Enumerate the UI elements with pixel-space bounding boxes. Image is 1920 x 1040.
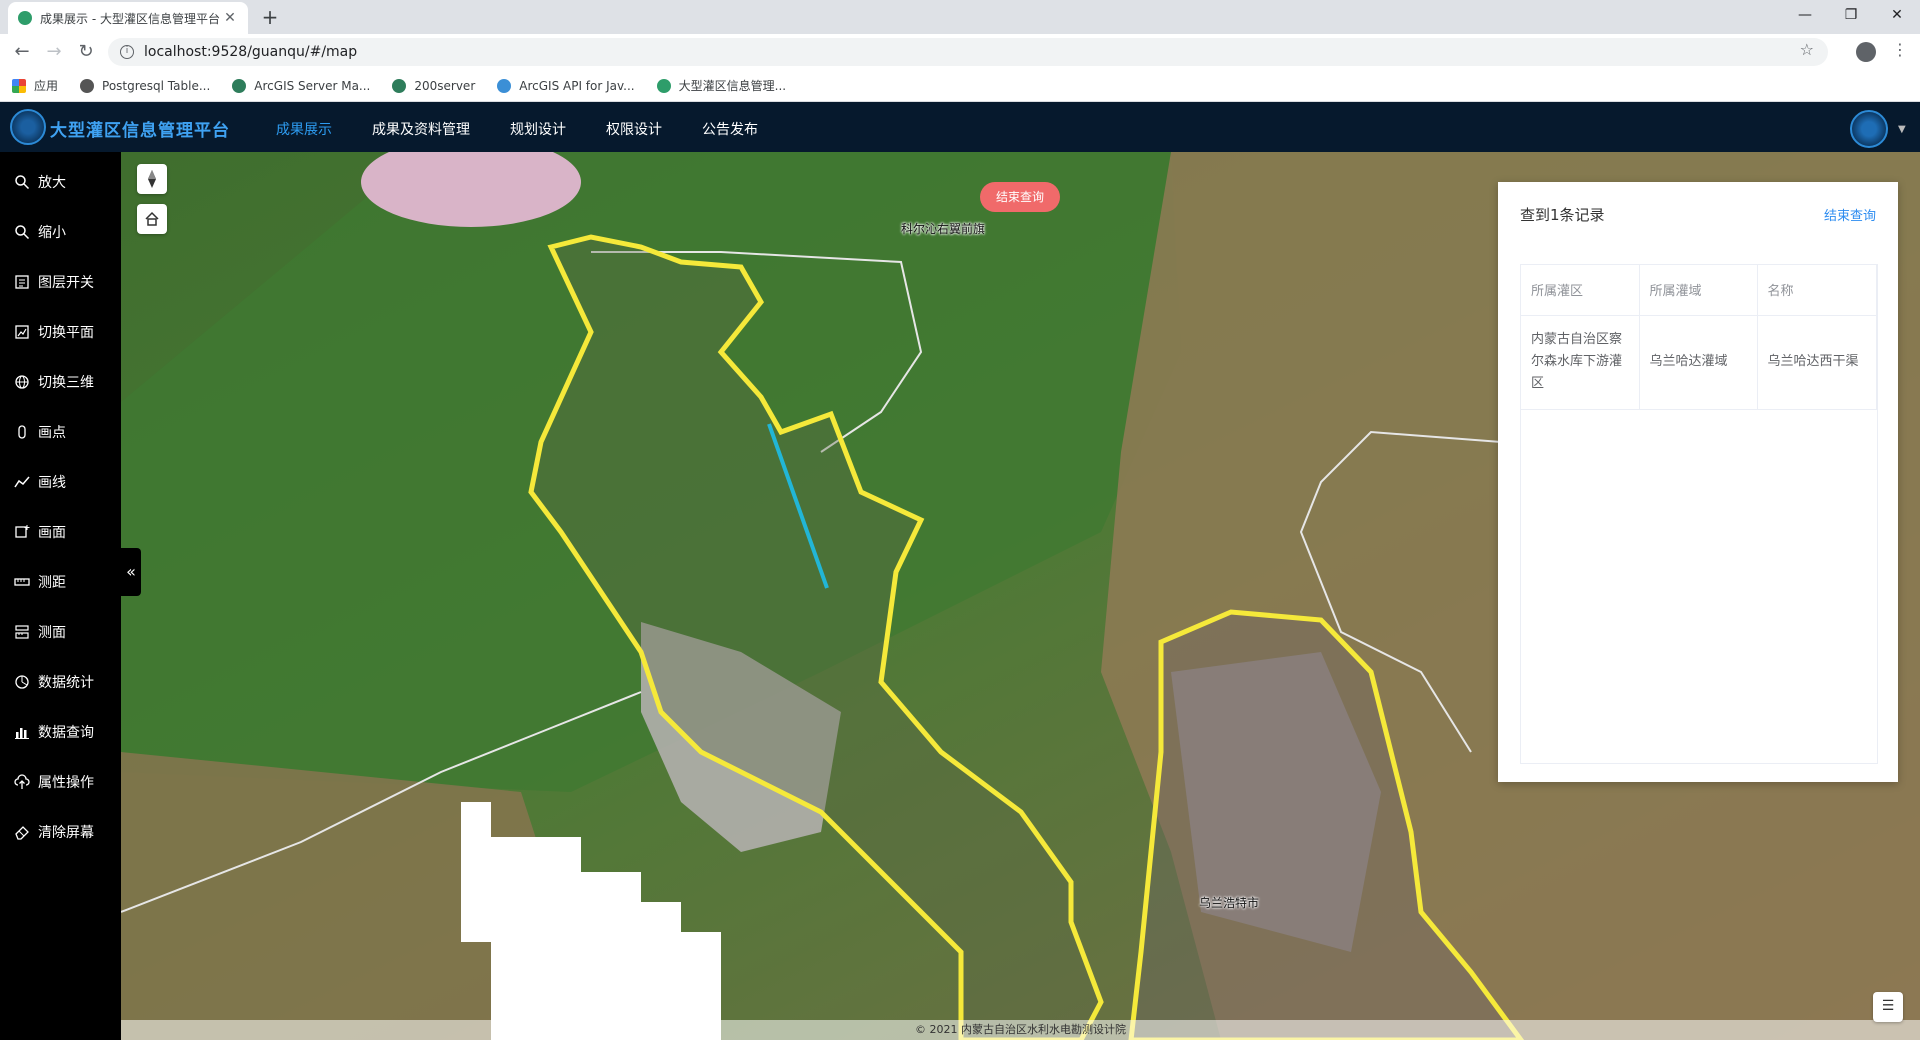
query-results-panel: 查到1条记录 结束查询 所属灌区 所属灌域 名称 内蒙古自治区察尔森水库下游灌区… bbox=[1498, 182, 1898, 782]
map-label-city: 乌兰浩特市 bbox=[1199, 896, 1260, 910]
tool-measure-distance[interactable]: 测距 bbox=[14, 570, 66, 594]
url-text: localhost:9528/guanqu/#/map bbox=[144, 44, 358, 60]
back-button[interactable]: ← bbox=[10, 40, 34, 64]
browser-menu-icon[interactable]: ⋮ bbox=[1892, 40, 1908, 59]
statistics-icon bbox=[15, 675, 29, 689]
forward-button[interactable]: → bbox=[42, 40, 66, 64]
restore-window-button[interactable]: ❐ bbox=[1828, 0, 1874, 30]
home-icon bbox=[145, 211, 159, 226]
layers-icon bbox=[15, 275, 29, 289]
bookmark-item[interactable]: 200server bbox=[392, 78, 475, 93]
tool-draw-polygon[interactable]: 画面 bbox=[14, 520, 66, 544]
compass-button[interactable] bbox=[137, 164, 167, 194]
nav-results-display[interactable]: 成果展示 bbox=[276, 119, 332, 139]
browser-tab[interactable]: 成果展示 - 大型灌区信息管理平台 ✕ bbox=[8, 2, 248, 34]
tool-data-statistics[interactable]: 数据统计 bbox=[14, 670, 94, 694]
close-tab-icon[interactable]: ✕ bbox=[222, 10, 238, 26]
site-info-icon[interactable]: i bbox=[120, 45, 134, 59]
bookmark-star-icon[interactable]: ☆ bbox=[1800, 40, 1814, 59]
column-header: 所属灌域 bbox=[1639, 265, 1758, 316]
table-header-row: 所属灌区 所属灌域 名称 bbox=[1521, 265, 1877, 316]
end-query-button[interactable]: 结束查询 bbox=[980, 182, 1060, 212]
compass-icon bbox=[148, 170, 156, 188]
tool-data-query[interactable]: 数据查询 bbox=[14, 720, 94, 744]
tool-draw-point[interactable]: 画点 bbox=[14, 420, 66, 444]
upload-cloud-icon bbox=[14, 774, 30, 789]
arcgis-globe-icon bbox=[392, 78, 407, 93]
home-button[interactable] bbox=[137, 204, 167, 234]
close-window-button[interactable]: ✕ bbox=[1874, 0, 1920, 30]
minimize-window-button[interactable]: — bbox=[1782, 0, 1828, 30]
new-tab-button[interactable]: + bbox=[258, 6, 282, 30]
table-row[interactable]: 内蒙古自治区察尔森水库下游灌区 乌兰哈达灌域 乌兰哈达西干渠 bbox=[1521, 315, 1877, 410]
tool-measure-area[interactable]: 测面 bbox=[14, 620, 66, 644]
nav-permission-design[interactable]: 权限设计 bbox=[606, 119, 662, 139]
tool-zoom-in[interactable]: 放大 bbox=[14, 170, 66, 194]
zoom-in-icon bbox=[15, 175, 30, 190]
reload-button[interactable]: ↻ bbox=[74, 40, 98, 64]
site-favicon-icon bbox=[656, 78, 671, 93]
column-header: 名称 bbox=[1757, 265, 1877, 316]
table-cell: 乌兰哈达西干渠 bbox=[1757, 315, 1877, 410]
results-count-title: 查到1条记录 bbox=[1520, 206, 1605, 224]
site-favicon-icon bbox=[18, 11, 32, 25]
zoom-out-icon bbox=[15, 225, 30, 240]
browser-toolbar: ← → ↻ i localhost:9528/guanqu/#/map ☆ ⋮ bbox=[0, 34, 1920, 70]
results-table: 所属灌区 所属灌域 名称 内蒙古自治区察尔森水库下游灌区 乌兰哈达灌域 乌兰哈达… bbox=[1520, 264, 1878, 764]
app-title: 大型灌区信息管理平台 bbox=[50, 121, 230, 141]
app-header: 大型灌区信息管理平台 成果展示 成果及资料管理 规划设计 权限设计 公告发布 ▼ bbox=[0, 102, 1920, 152]
nav-announcements[interactable]: 公告发布 bbox=[702, 119, 758, 139]
tool-attribute-operation[interactable]: 属性操作 bbox=[14, 770, 94, 794]
globe-icon bbox=[80, 78, 95, 93]
polyline-icon bbox=[14, 476, 30, 488]
globe-3d-icon bbox=[15, 375, 29, 389]
arcgis-globe-icon bbox=[232, 78, 247, 93]
table-cell: 乌兰哈达灌域 bbox=[1639, 315, 1758, 410]
ruler-icon bbox=[14, 578, 30, 586]
table-cell: 内蒙古自治区察尔森水库下游灌区 bbox=[1521, 315, 1640, 410]
bookmark-apps[interactable]: 应用 bbox=[12, 77, 58, 94]
map-attribution: © 2021 内蒙古自治区水利水电勘测设计院 bbox=[121, 1020, 1920, 1040]
nav-planning-design[interactable]: 规划设计 bbox=[510, 119, 566, 139]
bookmarks-bar: 应用 Postgresql Table... ArcGIS Server Ma.… bbox=[0, 70, 1920, 102]
tool-zoom-out[interactable]: 缩小 bbox=[14, 220, 66, 244]
nav-results-data-management[interactable]: 成果及资料管理 bbox=[372, 119, 470, 139]
bookmark-item[interactable]: ArcGIS API for Jav... bbox=[497, 78, 635, 93]
map-2d-icon bbox=[15, 325, 29, 339]
user-avatar[interactable] bbox=[1850, 110, 1888, 148]
bar-chart-icon bbox=[15, 728, 29, 739]
bookmark-item[interactable]: 大型灌区信息管理... bbox=[656, 77, 786, 94]
point-icon bbox=[18, 425, 26, 439]
app-logo-icon bbox=[10, 109, 46, 145]
tool-switch-2d[interactable]: 切换平面 bbox=[14, 320, 94, 344]
chevron-down-icon[interactable]: ▼ bbox=[1898, 124, 1906, 135]
legend-list-button[interactable]: ☰ bbox=[1873, 992, 1903, 1022]
profile-avatar-icon[interactable] bbox=[1856, 42, 1876, 62]
bookmark-item[interactable]: Postgresql Table... bbox=[80, 78, 210, 93]
area-measure-icon bbox=[15, 625, 29, 639]
map-label-town: 科尔沁右翼前旗 bbox=[901, 222, 986, 236]
tool-switch-3d[interactable]: 切换三维 bbox=[14, 370, 94, 394]
column-header: 所属灌区 bbox=[1521, 265, 1640, 316]
tool-layer-switch[interactable]: 图层开关 bbox=[14, 270, 94, 294]
tool-clear-screen[interactable]: 清除屏幕 bbox=[14, 820, 94, 844]
polygon-icon bbox=[15, 525, 30, 538]
end-query-link[interactable]: 结束查询 bbox=[1824, 205, 1876, 224]
address-bar[interactable]: i localhost:9528/guanqu/#/map ☆ bbox=[108, 38, 1828, 66]
apps-grid-icon bbox=[12, 78, 26, 93]
eraser-icon bbox=[15, 826, 29, 840]
collapse-sidebar-button[interactable]: « bbox=[121, 548, 141, 596]
browser-tabstrip: 成果展示 - 大型灌区信息管理平台 ✕ + — ❐ ✕ bbox=[0, 0, 1920, 34]
bookmark-item[interactable]: ArcGIS Server Ma... bbox=[232, 78, 370, 93]
tab-title: 成果展示 - 大型灌区信息管理平台 bbox=[40, 11, 220, 26]
tool-sidebar: 放大 缩小 图层开关 切换平面 切换三维 画点 画线 画面 测距 测面 数据统计 bbox=[0, 152, 121, 1040]
tool-draw-line[interactable]: 画线 bbox=[14, 470, 66, 494]
arcgis-api-icon bbox=[497, 78, 512, 93]
